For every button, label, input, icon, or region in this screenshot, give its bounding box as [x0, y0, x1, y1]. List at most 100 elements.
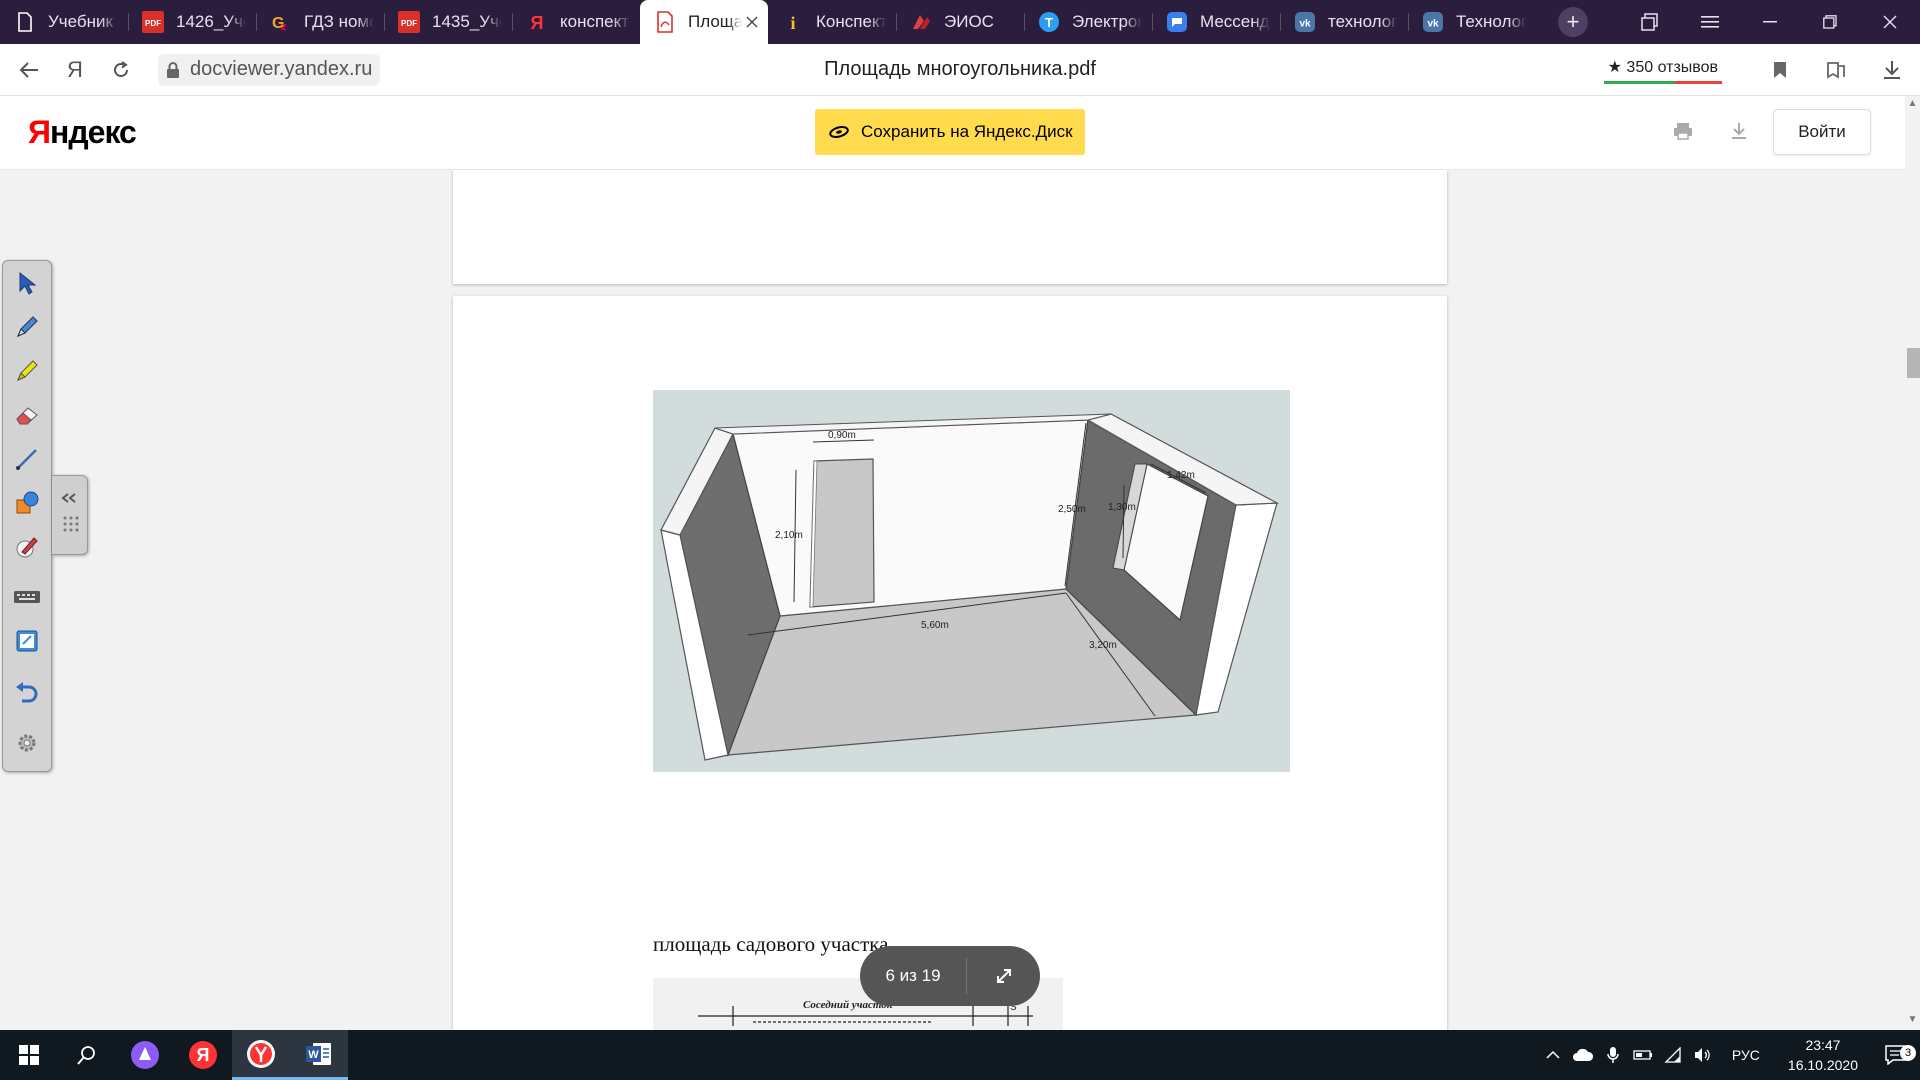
plus-icon: + [1566, 9, 1580, 34]
eraser-icon[interactable] [9, 397, 45, 433]
volume-icon[interactable] [1688, 1047, 1718, 1063]
clock[interactable]: 23:47 16.10.2020 [1788, 1035, 1858, 1075]
eios-icon [910, 11, 932, 33]
svg-text:vk: vk [1427, 19, 1439, 30]
browser-tab[interactable]: T Электрон [1024, 0, 1152, 44]
settings-gear-icon[interactable] [9, 725, 45, 761]
wifi-icon[interactable] [1658, 1047, 1688, 1063]
magic-pen-icon[interactable] [9, 529, 45, 565]
svg-text:i: i [790, 13, 795, 33]
select-arrow-icon[interactable] [9, 265, 45, 301]
scrollbar-thumb[interactable] [1907, 348, 1920, 378]
browser-tab[interactable]: PDF 1435_Уче [384, 0, 512, 44]
toolbar-collapse-handle[interactable] [52, 475, 88, 555]
yandex-browser-taskbar-icon[interactable] [232, 1030, 290, 1080]
yandex-app-icon[interactable]: Я [174, 1030, 232, 1080]
yandex-home-icon[interactable]: Я [52, 47, 98, 93]
login-label: Войти [1798, 122, 1846, 141]
svg-text:T: T [1045, 15, 1053, 30]
browser-tab[interactable]: i Конспект [768, 0, 896, 44]
browser-tab[interactable]: vk Технолог [1408, 0, 1536, 44]
pen-icon[interactable] [9, 309, 45, 345]
room-width-label: 3,20m [1089, 640, 1117, 651]
scroll-up-icon[interactable]: ▲ [1907, 98, 1918, 109]
windows-taskbar: Я W РУС 23:47 16.10.2020 3 [0, 1030, 1920, 1080]
restore-icon[interactable] [1800, 0, 1860, 44]
chat-icon [1166, 11, 1188, 33]
collections-icon[interactable] [1808, 44, 1864, 96]
pdf-outline-icon [654, 11, 676, 33]
tab-label: 1426_Уче [176, 12, 246, 31]
line-icon[interactable] [9, 441, 45, 477]
reload-icon[interactable] [98, 47, 144, 93]
tabs-overview-icon[interactable] [1620, 0, 1680, 44]
document-viewport[interactable]: 0,90m 2,10m 2,50m 1,30m 1,42m 5,60m 3,20… [0, 170, 1905, 1030]
fullscreen-icon[interactable] [967, 966, 1040, 986]
close-window-icon[interactable] [1860, 0, 1920, 44]
tab-label: ГДЗ номе [304, 12, 374, 31]
notifications-button[interactable]: 3 [1872, 1045, 1920, 1065]
save-to-disk-label: Сохранить на Яндекс.Диск [861, 122, 1073, 141]
tab-list: Учебник PDF 1426_Уче Gz ГДЗ номе PDF 1435_Уче Я… [0, 0, 1536, 44]
login-button[interactable]: Войти [1773, 109, 1871, 155]
reviews-badge[interactable]: ★ 350 отзывов [1603, 56, 1722, 84]
room-length-label: 5,60m [921, 620, 949, 631]
url-field[interactable]: docviewer.yandex.ru [158, 53, 381, 86]
language-indicator[interactable]: РУС [1732, 1047, 1760, 1063]
battery-icon[interactable] [1628, 1049, 1658, 1061]
browser-tab[interactable]: Площа [640, 0, 768, 44]
menu-icon[interactable] [1680, 0, 1740, 44]
svg-text:vk: vk [1299, 19, 1311, 30]
keyboard-icon[interactable] [9, 579, 45, 615]
viewer-header: Яндекс Сохранить на Яндекс.Диск Войти [0, 96, 1905, 170]
shapes-icon[interactable] [9, 485, 45, 521]
browser-tab[interactable]: ЭИОС [896, 0, 1024, 44]
microphone-icon[interactable] [1598, 1046, 1628, 1064]
yandex-logo[interactable]: Яндекс [28, 114, 137, 151]
svg-text:z: z [281, 21, 287, 33]
gdz-icon: Gz [270, 11, 292, 33]
browser-tab[interactable]: vk технолог [1280, 0, 1408, 44]
word-taskbar-icon[interactable]: W [290, 1030, 348, 1080]
download-icon[interactable] [1728, 120, 1750, 142]
new-tab-button[interactable]: + [1558, 7, 1588, 37]
tab-label: Мессендж [1200, 12, 1270, 31]
chevron-up-icon[interactable] [1538, 1050, 1568, 1060]
notebook-icon[interactable] [9, 623, 45, 659]
tab-label: Технолог [1456, 12, 1526, 31]
document-page-previous [453, 170, 1447, 284]
close-tab-icon[interactable] [746, 12, 758, 33]
highlighter-icon[interactable] [9, 353, 45, 389]
browser-tab[interactable]: Gz ГДЗ номе [256, 0, 384, 44]
alice-icon[interactable] [116, 1030, 174, 1080]
windows-start-icon[interactable] [0, 1030, 58, 1080]
tab-label: ЭИОС [944, 12, 994, 31]
page-indicator[interactable]: 6 из 19 [860, 966, 966, 986]
browser-tab[interactable]: Мессендж [1152, 0, 1280, 44]
scroll-down-icon[interactable]: ▼ [1907, 1014, 1918, 1025]
browser-tab[interactable]: Учебник [0, 0, 128, 44]
url-text: docviewer.yandex.ru [190, 58, 373, 80]
svg-text:PDF: PDF [401, 19, 417, 28]
info-icon: i [782, 11, 804, 33]
yandex-icon: Я [526, 11, 548, 33]
vertical-scrollbar[interactable]: ▲ ▼ [1905, 96, 1920, 1030]
minimize-icon[interactable] [1740, 0, 1800, 44]
browser-tab[interactable]: PDF 1426_Уче [128, 0, 256, 44]
back-icon[interactable] [6, 47, 52, 93]
tab-label: технолог [1328, 12, 1398, 31]
downloads-icon[interactable] [1864, 44, 1920, 96]
print-icon[interactable] [1672, 120, 1694, 142]
save-to-disk-button[interactable]: Сохранить на Яндекс.Диск [815, 109, 1085, 155]
page-navigator: 6 из 19 [860, 946, 1040, 1006]
search-icon[interactable] [58, 1030, 116, 1080]
bookmark-icon[interactable] [1752, 44, 1808, 96]
tab-label: Площа [688, 12, 742, 31]
window-height-label: 1,30m [1108, 502, 1136, 513]
address-bar-actions: ★ 350 отзывов [1603, 44, 1920, 96]
tab-label: Электрон [1072, 12, 1142, 31]
onedrive-icon[interactable] [1568, 1048, 1598, 1062]
vk-icon: vk [1422, 11, 1444, 33]
undo-icon[interactable] [9, 675, 45, 711]
browser-tab[interactable]: Яконспект [512, 0, 640, 44]
